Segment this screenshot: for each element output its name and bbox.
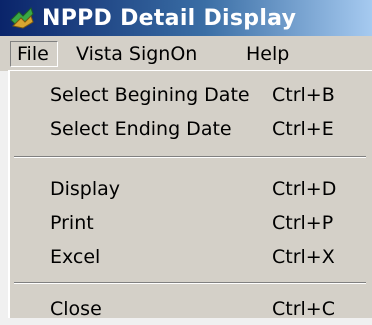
menu-item-label: Select Ending Date xyxy=(50,118,232,140)
menu-item-shortcut: Ctrl+E xyxy=(272,118,334,140)
menu-item-select-ending-date[interactable]: Select Ending Date Ctrl+E xyxy=(10,113,370,145)
menu-item-shortcut: Ctrl+D xyxy=(272,178,337,200)
menu-item-label: Print xyxy=(50,212,94,234)
menu-item-label: Excel xyxy=(50,246,101,268)
title-bar[interactable]: NPPD Detail Display xyxy=(0,0,372,36)
menu-item-select-begining-date[interactable]: Select Begining Date Ctrl+B xyxy=(10,79,370,111)
menu-separator xyxy=(14,282,366,284)
menu-item-shortcut: Ctrl+C xyxy=(272,298,335,320)
menu-item-excel[interactable]: Excel Ctrl+X xyxy=(10,241,370,273)
menu-bar: File Vista SignOn Help xyxy=(0,36,372,71)
menu-item-label: Display xyxy=(50,178,121,200)
menu-item-label: Select Begining Date xyxy=(50,84,250,106)
menu-help[interactable]: Help xyxy=(246,42,289,66)
menu-item-close[interactable]: Close Ctrl+C xyxy=(10,293,370,325)
window-title: NPPD Detail Display xyxy=(42,5,297,31)
menu-item-label: Close xyxy=(50,298,102,320)
menu-item-print[interactable]: Print Ctrl+P xyxy=(10,207,370,239)
menu-file[interactable]: File xyxy=(10,41,58,67)
app-icon[interactable] xyxy=(8,5,36,31)
menu-item-display[interactable]: Display Ctrl+D xyxy=(10,173,370,205)
menu-vista-signon[interactable]: Vista SignOn xyxy=(76,42,197,66)
menu-item-shortcut: Ctrl+B xyxy=(272,84,335,106)
menu-separator xyxy=(14,156,366,158)
menu-item-shortcut: Ctrl+P xyxy=(272,212,334,234)
file-dropdown-menu: Select Begining Date Ctrl+B Select Endin… xyxy=(8,70,372,320)
menu-item-shortcut: Ctrl+X xyxy=(272,246,335,268)
